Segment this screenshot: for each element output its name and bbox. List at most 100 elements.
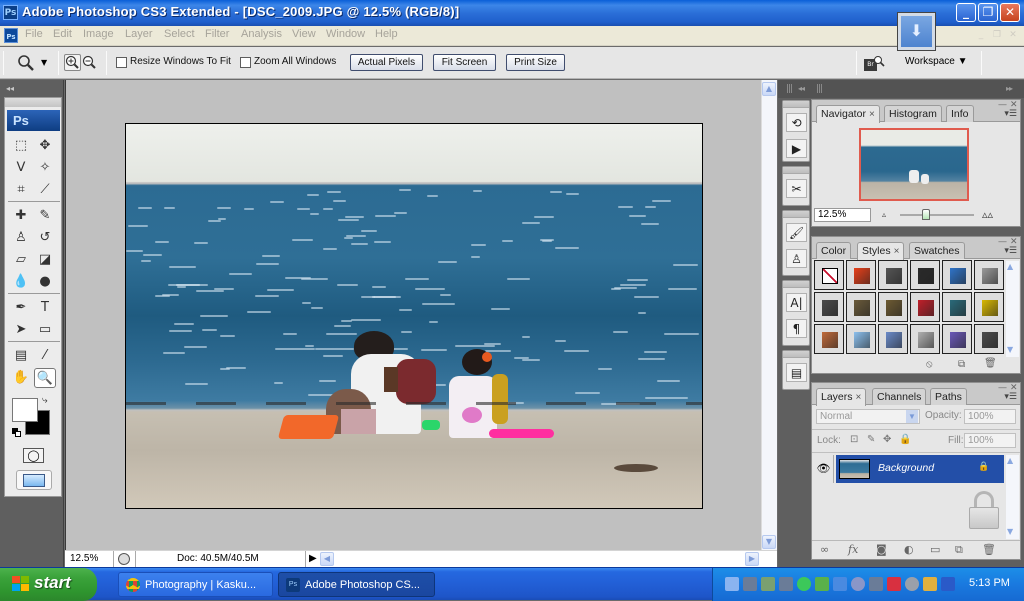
close-tab-icon[interactable]: × [894, 246, 900, 257]
close-tab-icon[interactable]: × [869, 109, 875, 120]
tool-magic-wand[interactable]: ✧ [34, 158, 56, 178]
workspace-menu[interactable]: Workspace ▼ [905, 56, 968, 67]
scroll-up-arrow-icon[interactable]: ▲ [1007, 262, 1013, 271]
style-swatch-brown[interactable] [846, 292, 876, 322]
screen-mode-button[interactable] [16, 470, 52, 490]
style-swatch-landscape[interactable] [878, 324, 908, 354]
tool-history-brush[interactable]: ↺ [34, 228, 56, 248]
style-swatch-sky-blue[interactable] [846, 324, 876, 354]
scroll-up-arrow-icon[interactable]: ▲ [1007, 456, 1013, 465]
print-size-button[interactable]: Print Size [506, 54, 565, 71]
scroll-right-arrow-icon[interactable]: ▶ [745, 552, 759, 566]
style-swatch-purple[interactable] [942, 324, 972, 354]
tool-path-selection[interactable]: ➤ [10, 320, 32, 340]
tool-move[interactable]: ✥ [34, 136, 56, 156]
tab-paths[interactable]: Paths [930, 388, 967, 405]
brushes-icon[interactable]: 🖌 [786, 223, 807, 242]
start-button[interactable]: start [0, 568, 97, 601]
document-menu-icon[interactable]: Ps [4, 28, 18, 43]
restore-button[interactable]: ❐ [978, 3, 998, 22]
history-icon[interactable]: ⟲ [786, 113, 807, 132]
tray-sync-icon[interactable] [815, 577, 829, 591]
toolbox-grip[interactable] [5, 98, 61, 107]
swap-colors-icon[interactable]: ⤷ [42, 395, 48, 406]
tool-notes[interactable]: ▤ [10, 346, 32, 366]
zoom-all-windows-checkbox[interactable] [240, 57, 251, 68]
layer-mask-icon[interactable]: ◙ [876, 543, 887, 556]
layer-name[interactable]: Background [878, 462, 934, 474]
download-overlay-button[interactable]: ⬇ [897, 12, 936, 51]
scroll-down-arrow-icon[interactable]: ▼ [762, 535, 776, 549]
menu-window[interactable]: Window [326, 28, 365, 40]
character-icon[interactable]: A| [786, 293, 807, 312]
dock-grip-icon[interactable]: ||| [786, 84, 793, 94]
lock-all-icon[interactable]: 🔒 [899, 434, 911, 445]
paragraph-icon[interactable]: ¶ [786, 319, 807, 338]
tool-hand[interactable]: ✋ [10, 368, 32, 388]
preset-dropdown-arrow-icon[interactable]: ▼ [41, 58, 47, 67]
style-swatch-olive-brown[interactable] [878, 292, 908, 322]
navigator-slider-knob[interactable] [921, 209, 930, 220]
tool-paint-bucket[interactable]: ◪ [34, 250, 56, 270]
tray-green-status-icon[interactable] [797, 577, 811, 591]
tool-clone-stamp[interactable]: ♙ [10, 228, 32, 248]
actual-pixels-button[interactable]: Actual Pixels [350, 54, 423, 71]
tool-pen[interactable]: ✒ [10, 298, 32, 318]
scroll-up-arrow-icon[interactable]: ▲ [762, 82, 776, 96]
style-swatch-noise[interactable] [910, 324, 940, 354]
link-layers-icon[interactable]: ∞ [820, 543, 829, 556]
style-swatch-black-circle[interactable] [910, 260, 940, 290]
style-swatch-red-stripes[interactable] [910, 292, 940, 322]
close-tab-icon[interactable]: × [856, 392, 862, 403]
panel-menu-icon[interactable]: ▾☰ [1004, 392, 1017, 402]
tray-security-shield-icon[interactable] [887, 577, 901, 591]
new-style-icon[interactable]: ⧉ [958, 359, 965, 370]
document-canvas-area[interactable] [65, 80, 761, 550]
tool-type[interactable]: T [34, 298, 56, 318]
tab-navigator[interactable]: Navigator × [816, 105, 880, 123]
toolbox-header[interactable]: Ps [7, 110, 60, 131]
status-menu-arrow-icon[interactable]: ▶ [309, 553, 317, 564]
blend-mode-select[interactable]: Normal ▼ [816, 409, 920, 424]
taskbar-item-photoshop[interactable]: Ps Adobe Photoshop CS... [278, 572, 435, 597]
tray-network-disconnected-icon[interactable] [743, 577, 757, 591]
new-group-icon[interactable]: ▭ [930, 543, 940, 556]
style-swatch-blue-glass[interactable] [942, 260, 972, 290]
menu-image[interactable]: Image [83, 28, 114, 40]
fill-field[interactable]: 100% [964, 433, 1016, 448]
tab-color[interactable]: Color [816, 242, 852, 259]
collapse-iconic-icon[interactable]: ◂◂ [798, 84, 805, 93]
dock-grip-icon[interactable]: ||| [816, 84, 823, 94]
scroll-down-arrow-icon[interactable]: ▼ [1007, 527, 1013, 536]
tray-bluetooth-transfer-icon[interactable] [833, 577, 847, 591]
tool-presets-icon[interactable]: ✂ [786, 179, 807, 198]
menu-view[interactable]: View [292, 28, 316, 40]
layer-style-fx-icon[interactable]: fx [848, 543, 858, 556]
expand-panels-icon[interactable]: ▸▸ [1006, 84, 1013, 93]
lock-image-icon[interactable]: ✎ [867, 434, 875, 445]
zoom-tool-preset-picker[interactable] [16, 53, 36, 73]
new-layer-icon[interactable]: ⧉ [955, 543, 963, 557]
style-swatch-rainbow[interactable] [942, 292, 972, 322]
tray-power-icon[interactable] [851, 577, 865, 591]
tool-crop[interactable]: ⌗ [10, 180, 32, 200]
style-swatch-sunset[interactable] [814, 324, 844, 354]
menu-select[interactable]: Select [164, 28, 195, 40]
lock-transparency-icon[interactable]: ⊡ [850, 434, 858, 445]
style-swatch-gray-gradient[interactable] [814, 292, 844, 322]
options-grip[interactable] [3, 51, 4, 75]
layer-visibility-toggle[interactable]: 👁 [814, 455, 834, 483]
style-swatch-gold[interactable] [974, 292, 1004, 322]
document-image[interactable] [125, 123, 703, 509]
tool-eyedropper[interactable]: ⁄ [34, 346, 56, 366]
tray-network-disconnected-icon[interactable] [779, 577, 793, 591]
clear-style-icon[interactable]: ⦸ [926, 359, 933, 370]
layers-scrollbar[interactable]: ▲ ▼ [1006, 455, 1019, 539]
zoom-out-mountain-icon[interactable]: ▵ [882, 210, 886, 219]
status-info-icon[interactable] [118, 553, 130, 565]
tool-rectangular-marquee[interactable]: ⬚ [10, 136, 32, 156]
style-swatch-light-gray[interactable] [974, 260, 1004, 290]
tool-dodge[interactable]: ● [34, 272, 56, 292]
tab-info[interactable]: Info [946, 105, 974, 122]
bridge-button[interactable]: Br [864, 55, 886, 72]
